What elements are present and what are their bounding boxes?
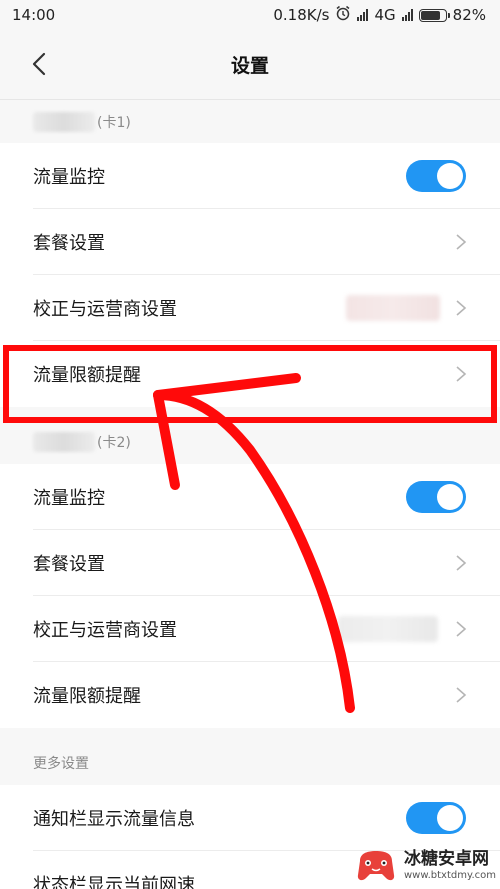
sim1-calibrate-row[interactable]: 校正与运营商设置 xyxy=(0,275,500,341)
status-indicators: 0.18K/s 4G 82% xyxy=(273,5,486,25)
alarm-icon xyxy=(335,5,351,25)
signal-icon xyxy=(357,9,369,21)
battery-percent: 82% xyxy=(452,6,486,24)
watermark-text: 冰糖安卓网 www.btxtdmy.com xyxy=(404,851,496,881)
sim2-calibrate-row[interactable]: 校正与运营商设置 xyxy=(0,596,500,662)
row-label: 校正与运营商设置 xyxy=(33,620,177,641)
battery-icon xyxy=(418,8,450,22)
sim2-limit-row[interactable]: 流量限额提醒 xyxy=(0,662,500,728)
row-label: 套餐设置 xyxy=(33,554,105,575)
annotation-highlight-box xyxy=(3,345,497,423)
page-title: 设置 xyxy=(230,55,269,77)
sim1-section-header: (卡1) xyxy=(0,101,500,143)
signal-icon xyxy=(401,9,413,21)
row-label: 状态栏显示当前网速 xyxy=(33,875,195,889)
more-section-header: 更多设置 xyxy=(0,742,500,784)
row-label: 套餐设置 xyxy=(33,233,105,254)
chevron-right-icon xyxy=(454,620,468,638)
sim2-carrier-name-redacted xyxy=(33,432,95,452)
row-label: 校正与运营商设置 xyxy=(33,299,177,320)
watermark-url: www.btxtdmy.com xyxy=(403,870,496,881)
notify-flow-row[interactable]: 通知栏显示流量信息 xyxy=(0,785,500,851)
row-label: 流量限额提醒 xyxy=(33,686,141,707)
app-header: 设置 xyxy=(0,30,500,100)
chevron-right-icon xyxy=(454,299,468,317)
watermark: 冰糖安卓网 www.btxtdmy.com xyxy=(354,847,496,885)
sim2-label: (卡2) xyxy=(97,435,131,451)
chevron-right-icon xyxy=(454,554,468,572)
notify-flow-toggle[interactable] xyxy=(406,802,466,834)
sim1-monitor-row[interactable]: 流量监控 xyxy=(0,143,500,209)
status-time: 14:00 xyxy=(12,6,56,24)
row-label: 流量监控 xyxy=(33,488,105,509)
gamepad-logo-icon xyxy=(354,847,398,885)
sim2-section-header: (卡2) xyxy=(0,421,500,463)
more-label: 更多设置 xyxy=(33,756,89,772)
net-speed: 0.18K/s xyxy=(273,6,330,24)
sim1-plan-row[interactable]: 套餐设置 xyxy=(0,209,500,275)
sim2-plan-row[interactable]: 套餐设置 xyxy=(0,530,500,596)
sim2-monitor-toggle[interactable] xyxy=(406,481,466,513)
carrier-value-redacted xyxy=(338,616,438,642)
network-type: 4G xyxy=(374,6,396,24)
chevron-right-icon xyxy=(454,686,468,704)
sim2-monitor-row[interactable]: 流量监控 xyxy=(0,464,500,530)
row-label: 通知栏显示流量信息 xyxy=(33,809,195,830)
row-label: 流量监控 xyxy=(33,167,105,188)
back-icon[interactable] xyxy=(28,52,52,76)
carrier-value-redacted xyxy=(346,295,440,321)
sim1-label: (卡1) xyxy=(97,115,131,131)
sim1-carrier-name-redacted xyxy=(33,112,95,132)
sim1-monitor-toggle[interactable] xyxy=(406,160,466,192)
chevron-right-icon xyxy=(454,233,468,251)
battery-level xyxy=(420,10,440,20)
status-bar: 14:00 0.18K/s 4G 82% xyxy=(0,0,500,30)
watermark-main: 冰糖安卓网 xyxy=(403,849,489,869)
